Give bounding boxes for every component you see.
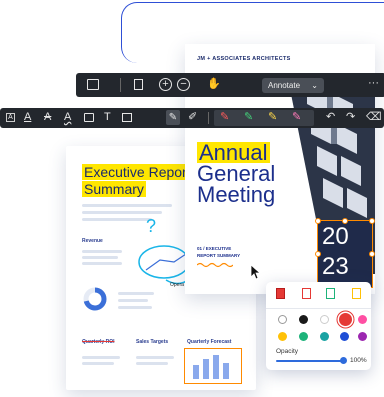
amber-swatch[interactable] bbox=[278, 332, 287, 341]
green-marker-icon[interactable] bbox=[326, 288, 335, 299]
zoom-in-icon[interactable]: + bbox=[159, 78, 172, 91]
page-icon[interactable] bbox=[134, 79, 143, 90]
highlight-text-icon[interactable]: A bbox=[6, 113, 15, 122]
forecast-selection[interactable] bbox=[184, 348, 242, 384]
green-swatch[interactable] bbox=[299, 332, 308, 341]
annotation-toolbar: A A A A T ✎ ✐ ✎ ✎ ✎ ✎ ↶ ↷ ⌫ bbox=[0, 108, 384, 128]
red-swatch-selected[interactable] bbox=[339, 313, 352, 326]
opacity-label: Opacity bbox=[276, 348, 299, 355]
year-selection[interactable]: 20 23 bbox=[315, 218, 375, 290]
red-pen-icon[interactable]: ✎ bbox=[220, 112, 229, 123]
color-palette-popover: Opacity 100% bbox=[266, 282, 371, 370]
clear-icon[interactable]: ⌫ bbox=[366, 112, 382, 123]
no-color-swatch[interactable] bbox=[278, 315, 287, 324]
revenue-label: Revenue bbox=[82, 238, 103, 244]
squiggly-icon[interactable]: A bbox=[64, 112, 71, 123]
opacity-slider-knob[interactable] bbox=[340, 357, 347, 364]
eraser-icon[interactable]: ✐ bbox=[188, 112, 197, 123]
red-marker-icon[interactable] bbox=[276, 288, 285, 299]
green-pen-icon[interactable]: ✎ bbox=[244, 112, 253, 123]
squiggle-annotation bbox=[197, 262, 233, 268]
sidebar-toggle-icon[interactable] bbox=[87, 79, 99, 90]
more-options-icon[interactable]: ··· bbox=[368, 78, 379, 89]
pen-icon[interactable]: ✎ bbox=[166, 110, 180, 125]
underline-icon[interactable]: A bbox=[24, 112, 31, 123]
opacity-value: 100% bbox=[350, 357, 367, 364]
forecast-bar-chart bbox=[193, 355, 229, 379]
palette-tool-row bbox=[276, 288, 366, 302]
purple-swatch[interactable] bbox=[358, 332, 367, 341]
comment-icon[interactable] bbox=[84, 113, 94, 122]
zoom-out-icon[interactable]: − bbox=[177, 78, 190, 91]
teal-swatch[interactable] bbox=[320, 332, 329, 341]
opera-label: Opera bbox=[170, 282, 184, 288]
pink-pen-icon[interactable]: ✎ bbox=[292, 112, 301, 123]
undo-icon[interactable]: ↶ bbox=[326, 112, 335, 123]
viewer-toolbar: + − ✋ Annotate ⌄ ··· bbox=[76, 73, 384, 97]
pink-swatch[interactable] bbox=[358, 315, 367, 324]
yellow-pen-icon[interactable]: ✎ bbox=[268, 112, 277, 123]
year-top: 20 bbox=[322, 223, 349, 250]
black-swatch[interactable] bbox=[299, 315, 308, 324]
redo-icon[interactable]: ↷ bbox=[346, 112, 355, 123]
cover-title: Annual General Meeting bbox=[197, 140, 276, 207]
quarterly-forecast-label: Quarterly Forecast bbox=[187, 339, 232, 345]
cover-subtitle: 01 / EXECUTIVE REPORT SUMMARY bbox=[197, 246, 241, 258]
white-swatch[interactable] bbox=[320, 315, 329, 324]
blue-swatch[interactable] bbox=[340, 332, 349, 341]
report-title: Executive Report Summary bbox=[82, 164, 193, 197]
year-bottom: 23 bbox=[322, 253, 349, 280]
text-tool-icon[interactable]: T bbox=[104, 112, 111, 123]
quarterly-roi-label: Quarterly ROI bbox=[82, 339, 115, 345]
rectangle-icon[interactable] bbox=[122, 113, 132, 122]
strikethrough-icon[interactable]: A bbox=[44, 112, 51, 123]
yellow-marker-icon[interactable] bbox=[352, 288, 361, 299]
sales-targets-label: Sales Targets bbox=[136, 339, 169, 345]
pan-hand-icon[interactable]: ✋ bbox=[207, 79, 221, 90]
mode-select[interactable]: Annotate ⌄ bbox=[262, 78, 324, 93]
mouse-pointer-icon bbox=[250, 264, 262, 280]
donut-chart bbox=[83, 287, 107, 311]
red-marker-outline-icon[interactable] bbox=[302, 288, 311, 299]
opacity-slider[interactable] bbox=[276, 357, 347, 364]
pen-color-group: ✎ ✎ ✎ ✎ bbox=[214, 110, 314, 126]
firm-name: JM + ASSOCIATES ARCHITECTS bbox=[197, 56, 291, 62]
